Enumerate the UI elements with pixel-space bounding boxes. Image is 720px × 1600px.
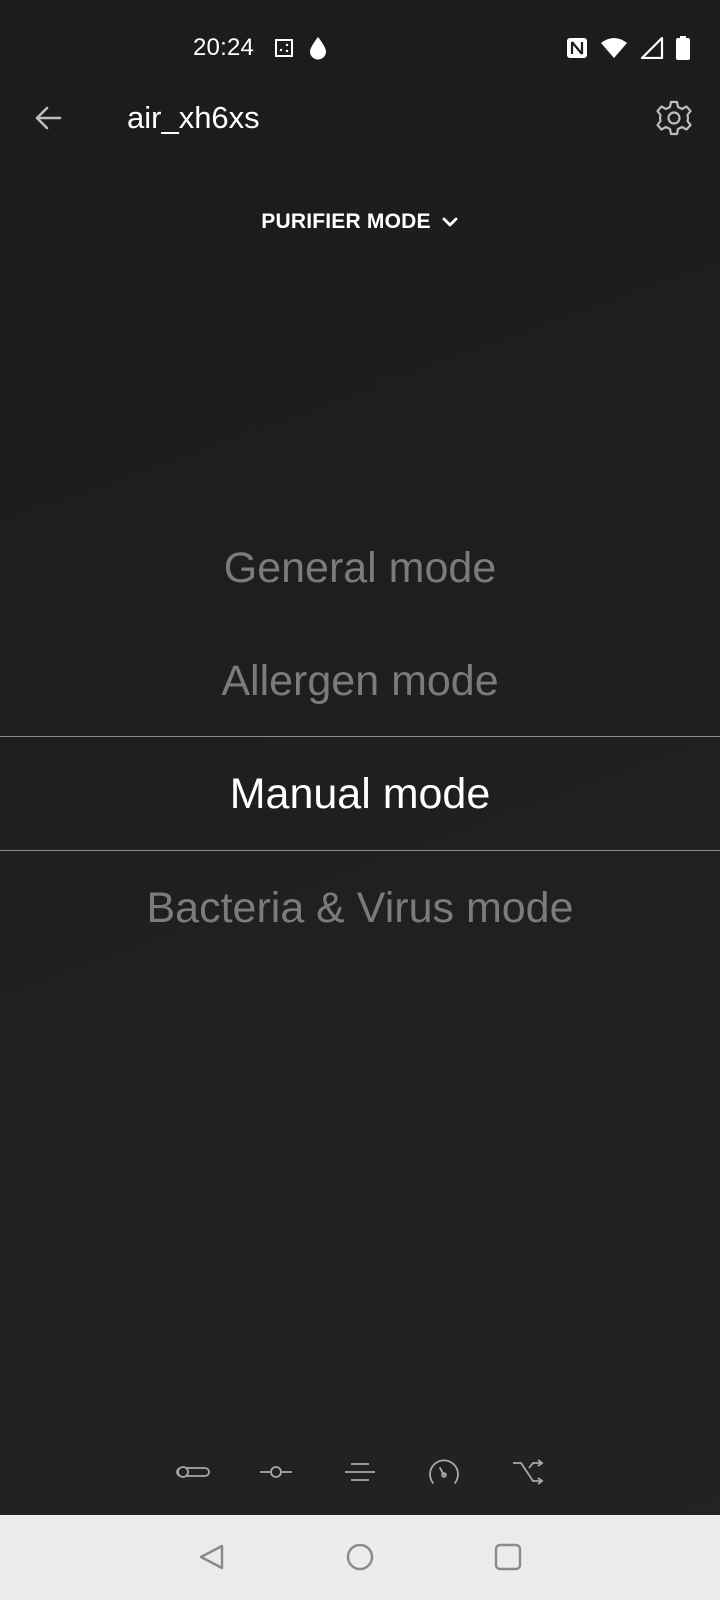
gear-icon bbox=[656, 100, 692, 136]
status-bar: 20:24 bbox=[0, 0, 720, 96]
screenshot-icon bbox=[275, 39, 293, 57]
home-circle-icon bbox=[346, 1543, 374, 1571]
tool-shuffle-button[interactable] bbox=[508, 1452, 548, 1492]
mode-option-manual[interactable]: Manual mode bbox=[0, 738, 720, 850]
picker-divider-bottom bbox=[0, 850, 720, 851]
control-tool-bar bbox=[0, 1452, 720, 1500]
system-navigation-bar bbox=[0, 1515, 720, 1600]
purifier-mode-label: PURIFIER MODE bbox=[261, 210, 431, 233]
mode-option-general[interactable]: General mode bbox=[0, 512, 720, 624]
chevron-down-icon bbox=[442, 217, 458, 227]
mode-option-bacteria-virus[interactable]: Bacteria & Virus mode bbox=[0, 852, 720, 964]
wifi-icon bbox=[601, 38, 627, 58]
tool-toggle-button[interactable] bbox=[173, 1452, 213, 1492]
lines-icon bbox=[345, 1463, 375, 1481]
slider-icon bbox=[260, 1466, 292, 1478]
cell-signal-icon bbox=[640, 37, 664, 59]
nav-recents-button[interactable] bbox=[486, 1535, 530, 1579]
shuffle-icon bbox=[513, 1459, 544, 1485]
toggle-icon bbox=[176, 1466, 210, 1478]
mode-picker[interactable]: General mode Allergen mode Manual mode B… bbox=[0, 512, 720, 968]
back-button[interactable] bbox=[28, 98, 68, 138]
tool-lines-button[interactable] bbox=[340, 1452, 380, 1492]
tool-speed-button[interactable] bbox=[424, 1452, 464, 1492]
battery-icon bbox=[676, 36, 690, 60]
settings-button[interactable] bbox=[652, 96, 696, 140]
water-drop-icon bbox=[310, 37, 326, 60]
nav-home-button[interactable] bbox=[338, 1535, 382, 1579]
nfc-icon bbox=[567, 38, 587, 58]
tool-slider-button[interactable] bbox=[256, 1452, 296, 1492]
mode-option-allergen[interactable]: Allergen mode bbox=[0, 625, 720, 737]
status-time: 20:24 bbox=[193, 34, 255, 61]
nav-back-button[interactable] bbox=[190, 1535, 234, 1579]
purifier-mode-dropdown[interactable]: PURIFIER MODE bbox=[0, 210, 720, 234]
status-system-icons bbox=[566, 36, 690, 60]
arrow-left-icon bbox=[35, 106, 62, 130]
speedometer-icon bbox=[429, 1459, 459, 1484]
back-triangle-icon bbox=[199, 1544, 224, 1570]
picker-divider-top bbox=[0, 736, 720, 737]
status-notification-icons bbox=[274, 36, 328, 60]
device-title: air_xh6xs bbox=[127, 100, 260, 135]
app-bar: air_xh6xs bbox=[0, 86, 720, 150]
recents-square-icon bbox=[494, 1543, 522, 1571]
